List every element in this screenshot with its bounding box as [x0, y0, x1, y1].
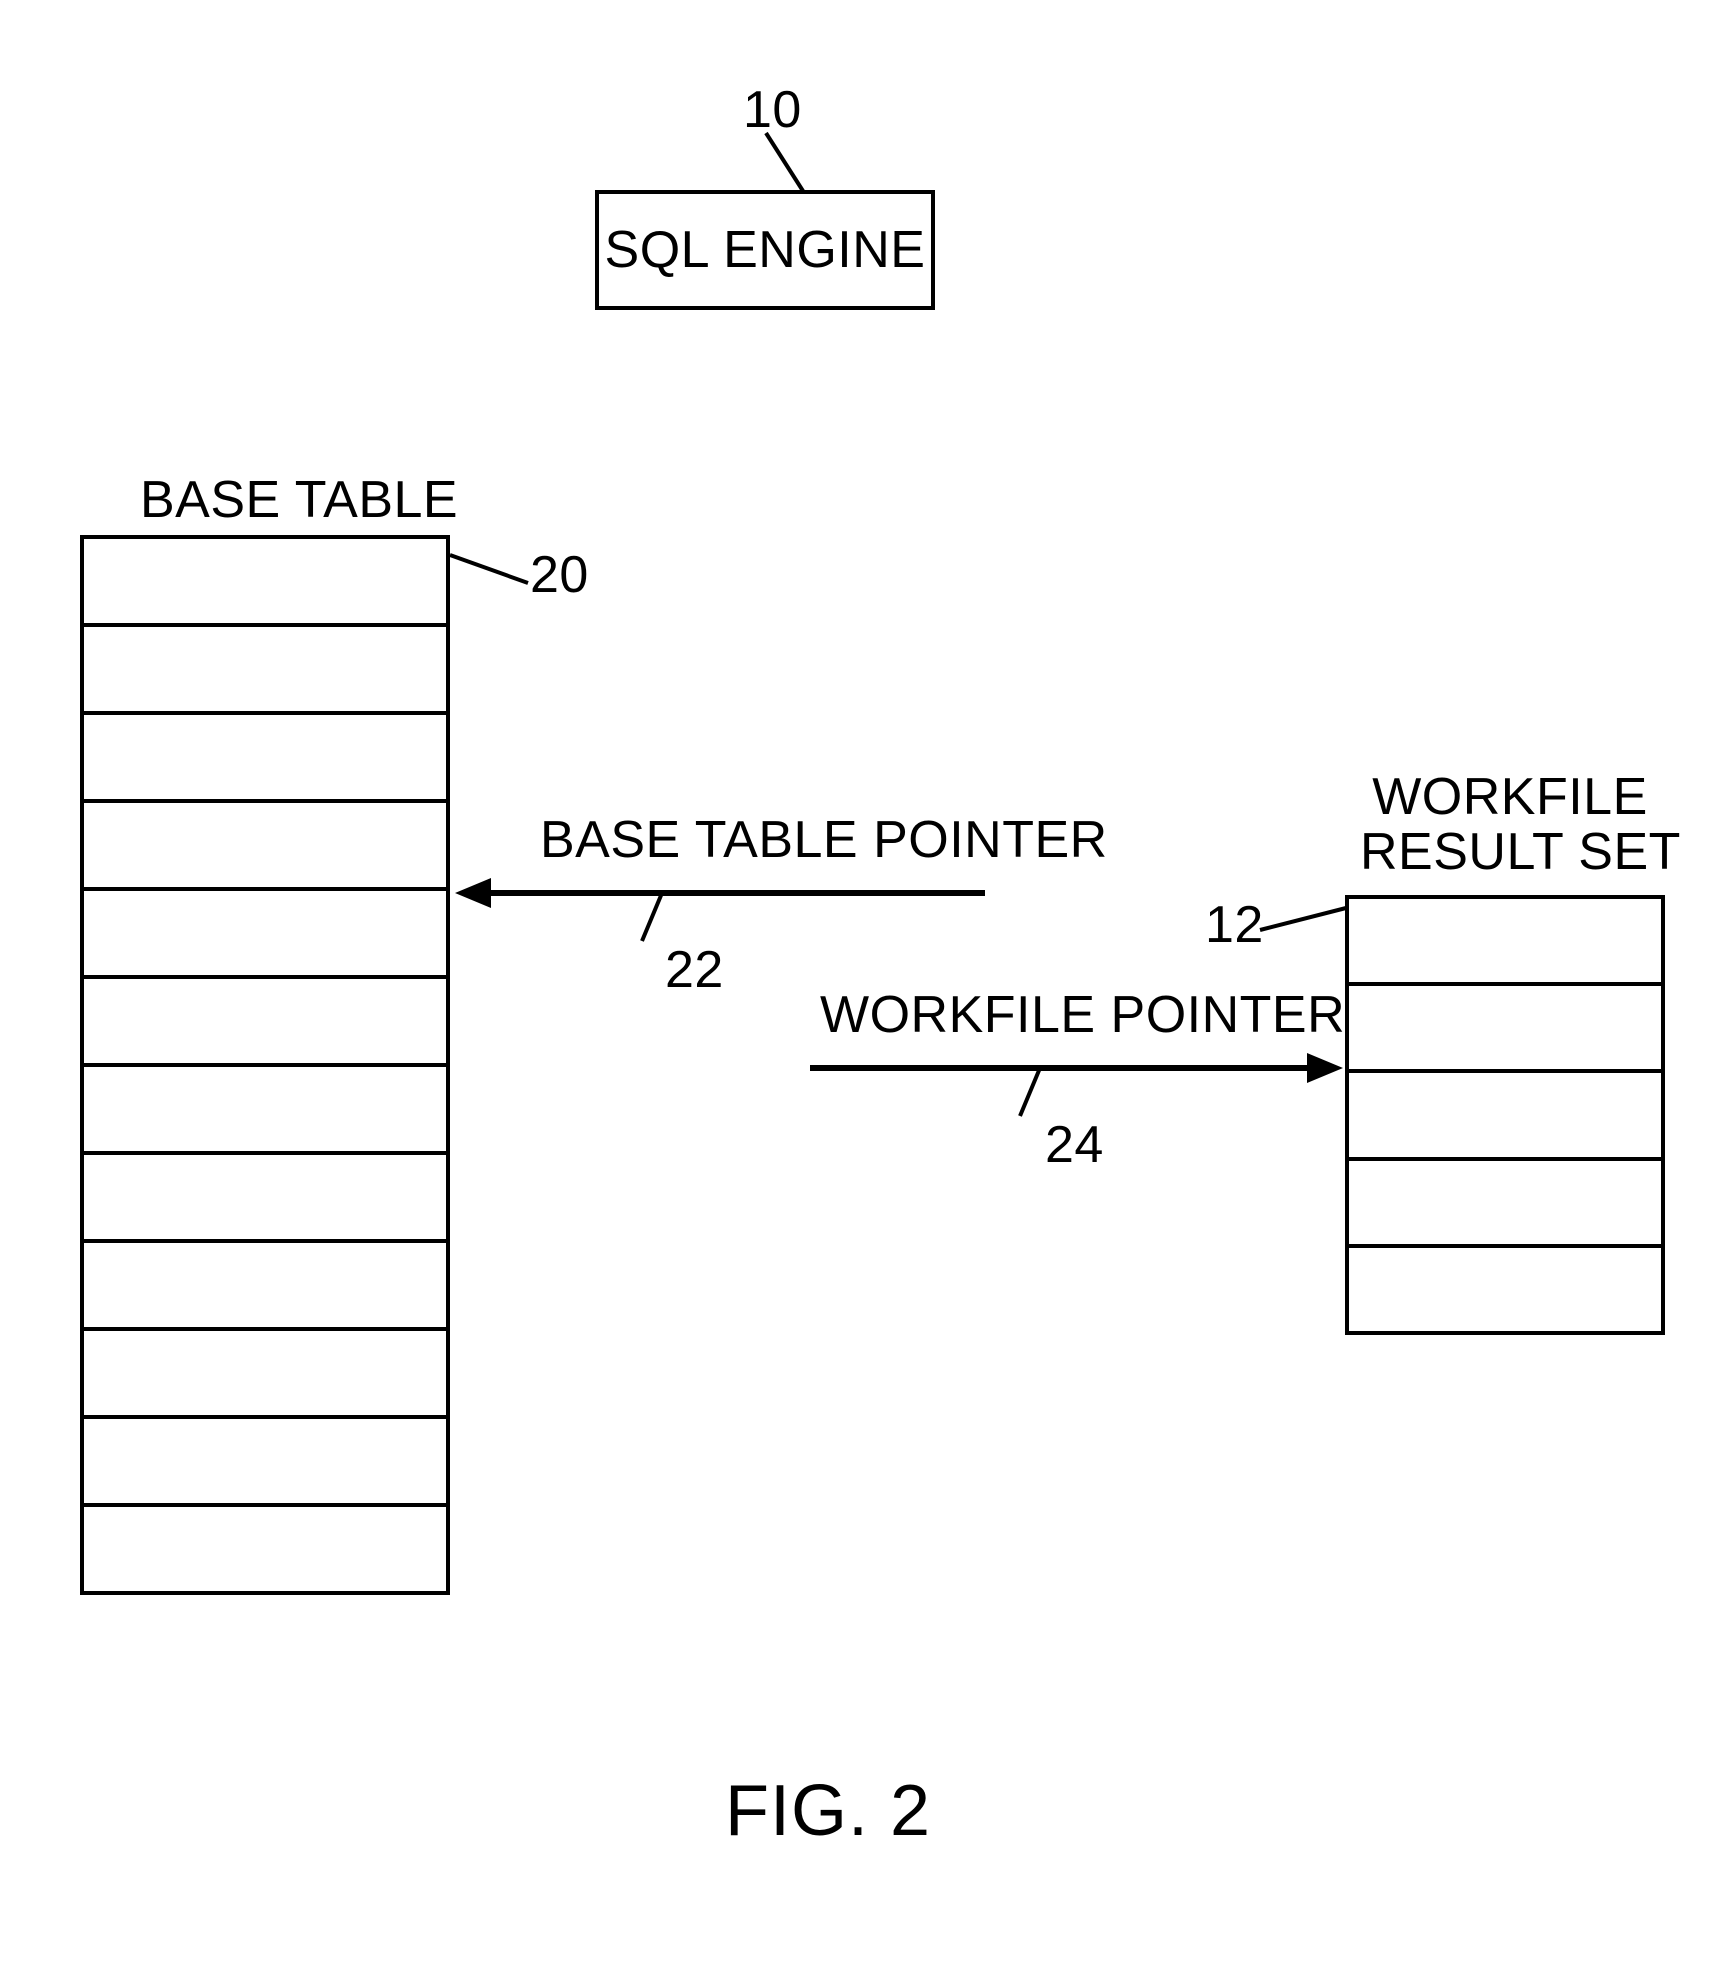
table-row [84, 715, 446, 803]
base-table [80, 535, 450, 1595]
sql-engine-leader [763, 133, 803, 193]
table-row [84, 539, 446, 627]
table-row [84, 891, 446, 979]
workfile-title: WORKFILE RESULT SET [1360, 770, 1660, 879]
table-row [1349, 986, 1661, 1073]
table-row [84, 1067, 446, 1155]
table-row [84, 979, 446, 1067]
table-row [1349, 1248, 1661, 1331]
workfile-pointer-label: WORKFILE POINTER [820, 985, 1345, 1045]
figure-caption: FIG. 2 [725, 1770, 931, 1852]
workfile-ref-leader [1260, 908, 1348, 943]
workfile-ref: 12 [1205, 895, 1264, 955]
workfile-pointer-ref: 24 [1045, 1115, 1104, 1175]
table-row [84, 1331, 446, 1419]
base-table-pointer-ref-leader [642, 893, 682, 943]
base-table-ref: 20 [530, 545, 589, 605]
table-row [1349, 899, 1661, 986]
base-table-pointer-arrow [455, 875, 985, 915]
table-row [1349, 1073, 1661, 1160]
workfile-result-set [1345, 895, 1665, 1335]
sql-engine-label: SQL ENGINE [605, 220, 926, 280]
workfile-pointer-ref-leader [1020, 1068, 1060, 1118]
base-table-leader [450, 555, 530, 595]
table-row [84, 1507, 446, 1591]
table-row [84, 627, 446, 715]
table-row [84, 803, 446, 891]
table-row [84, 1155, 446, 1243]
sql-engine-ref: 10 [743, 80, 802, 140]
base-table-title: BASE TABLE [140, 470, 458, 530]
workfile-pointer-arrow [810, 1050, 1345, 1090]
base-table-pointer-ref: 22 [665, 940, 724, 1000]
diagram-canvas: 10 SQL ENGINE BASE TABLE 20 BASE TABLE P… [0, 0, 1734, 1976]
base-table-pointer-label: BASE TABLE POINTER [540, 810, 1108, 870]
table-row [84, 1419, 446, 1507]
table-row [84, 1243, 446, 1331]
sql-engine-box: SQL ENGINE [595, 190, 935, 310]
table-row [1349, 1161, 1661, 1248]
